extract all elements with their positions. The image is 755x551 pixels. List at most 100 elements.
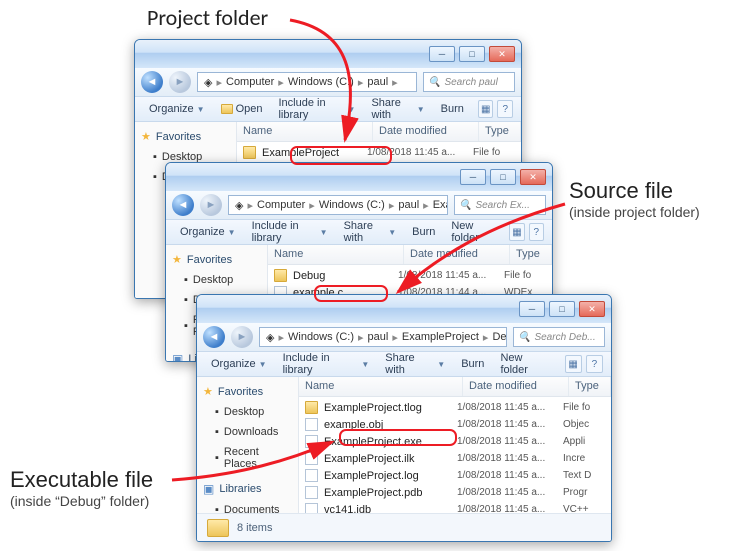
search-input[interactable]: 🔍Search paul [423, 72, 515, 92]
sidebar-item-downloads[interactable]: ▪ Downloads [197, 422, 298, 442]
breadcrumb-segment[interactable]: paul [366, 331, 391, 343]
file-name: ExampleProject [262, 147, 339, 159]
search-input[interactable]: 🔍Search Ex... [454, 195, 546, 215]
maximize-button[interactable]: □ [490, 169, 516, 185]
newfolder-button[interactable]: New folder [445, 218, 501, 246]
minimize-button[interactable]: ─ [519, 301, 545, 317]
file-name: ExampleProject.exe [324, 436, 422, 448]
annotation-project-folder: Project folder [147, 4, 268, 31]
sidebar-item-desktop[interactable]: ▪ Desktop [166, 270, 267, 290]
breadcrumb-segment[interactable]: ExampleProject [400, 331, 481, 343]
view-button[interactable]: ▦ [565, 355, 582, 373]
breadcrumb[interactable]: ◈▸Windows (C:)▸paul▸ExampleProject▸Debug… [259, 327, 507, 347]
forward-button[interactable]: ► [200, 194, 222, 216]
file-icon [305, 486, 318, 499]
file-type: VC++ [563, 504, 605, 513]
chevron-right-icon: ▸ [276, 76, 286, 89]
share-button[interactable]: Share with▼ [338, 218, 403, 246]
minimize-button[interactable]: ─ [460, 169, 486, 185]
breadcrumb[interactable]: ◈▸Computer▸Windows (C:)▸paul▸ExampleProj… [228, 195, 448, 215]
maximize-button[interactable]: □ [549, 301, 575, 317]
folder-icon [243, 146, 256, 159]
back-button[interactable]: ◄ [141, 71, 163, 93]
sidebar-favorites[interactable]: ★Favorites [197, 381, 298, 402]
column-header[interactable]: NameDate modifiedType [268, 245, 552, 265]
view-button[interactable]: ▦ [478, 100, 494, 118]
organize-button[interactable]: Organize▼ [174, 224, 242, 240]
burn-button[interactable]: Burn [435, 101, 470, 117]
breadcrumb-root[interactable]: ◈ [233, 199, 245, 212]
newfolder-button[interactable]: New folder [494, 350, 556, 378]
file-type: Appli [563, 436, 605, 447]
breadcrumb-segment[interactable]: Computer [255, 199, 307, 211]
address-bar: ◄ ► ◈▸Computer▸Windows (C:)▸paul▸ 🔍Searc… [135, 68, 521, 96]
breadcrumb-segment[interactable]: Computer [224, 76, 276, 88]
include-button[interactable]: Include in library▼ [277, 350, 376, 378]
sidebar-favorites[interactable]: ★Favorites [135, 126, 236, 147]
file-date: 1/08/2018 11:45 a... [367, 147, 473, 158]
file-type: Incre [563, 453, 605, 464]
folder-icon [207, 519, 229, 537]
file-name: ExampleProject.ilk [324, 453, 414, 465]
column-header[interactable]: NameDate modifiedType [237, 122, 521, 142]
help-button[interactable]: ? [497, 100, 513, 118]
share-button[interactable]: Share with▼ [365, 95, 430, 123]
file-row[interactable]: ExampleProject.ilk1/08/2018 11:45 a...In… [299, 450, 611, 467]
titlebar[interactable]: ─ □ ✕ [166, 163, 552, 191]
burn-button[interactable]: Burn [455, 356, 490, 372]
chevron-right-icon: ▸ [481, 331, 491, 344]
file-row[interactable]: vc141.idb1/08/2018 11:45 a...VC++ [299, 501, 611, 513]
sidebar-item-recent[interactable]: ▪ Recent Places [197, 442, 298, 474]
titlebar[interactable]: ─ □ ✕ [197, 295, 611, 323]
back-button[interactable]: ◄ [203, 326, 225, 348]
sidebar-item-desktop[interactable]: ▪ Desktop [197, 402, 298, 422]
breadcrumb-segment[interactable]: Windows (C:) [317, 199, 387, 211]
breadcrumb-segment[interactable]: Windows (C:) [286, 76, 356, 88]
file-row[interactable]: ExampleProject.tlog1/08/2018 11:45 a...F… [299, 399, 611, 416]
file-date: 1/08/2018 11:45 a... [457, 436, 563, 447]
search-input[interactable]: 🔍Search Deb... [513, 327, 605, 347]
breadcrumb-root[interactable]: ◈ [202, 76, 214, 89]
titlebar[interactable]: ─ □ ✕ [135, 40, 521, 68]
file-row[interactable]: Debug1/08/2018 11:45 a...File fo [268, 267, 552, 284]
sidebar-favorites[interactable]: ★Favorites [166, 249, 267, 270]
include-button[interactable]: Include in library▼ [246, 218, 334, 246]
breadcrumb-root[interactable]: ◈ [264, 331, 276, 344]
file-type: Progr [563, 487, 605, 498]
maximize-button[interactable]: □ [459, 46, 485, 62]
burn-button[interactable]: Burn [406, 224, 441, 240]
file-row[interactable]: ExampleProject.log1/08/2018 11:45 a...Te… [299, 467, 611, 484]
close-button[interactable]: ✕ [579, 301, 605, 317]
help-button[interactable]: ? [529, 223, 544, 241]
forward-button[interactable]: ► [169, 71, 191, 93]
back-button[interactable]: ◄ [172, 194, 194, 216]
minimize-button[interactable]: ─ [429, 46, 455, 62]
forward-button[interactable]: ► [231, 326, 253, 348]
breadcrumb-segment[interactable]: ExampleProject [431, 199, 448, 211]
breadcrumb[interactable]: ◈▸Computer▸Windows (C:)▸paul▸ [197, 72, 417, 92]
file-date: 1/08/2018 11:45 a... [457, 419, 563, 430]
file-row[interactable]: ExampleProject1/08/2018 11:45 a...File f… [237, 144, 521, 161]
breadcrumb-segment[interactable]: paul [396, 199, 421, 211]
breadcrumb-segment[interactable]: paul [365, 76, 390, 88]
breadcrumb-segment[interactable]: Debug [490, 331, 507, 343]
view-button[interactable]: ▦ [509, 223, 524, 241]
file-row[interactable]: ExampleProject.pdb1/08/2018 11:45 a...Pr… [299, 484, 611, 501]
file-date: 1/08/2018 11:45 a... [457, 504, 563, 513]
file-list: ExampleProject1/08/2018 11:45 a...File f… [237, 142, 521, 163]
organize-button[interactable]: Organize▼ [143, 101, 211, 117]
organize-button[interactable]: Organize▼ [205, 356, 273, 372]
sidebar-libraries[interactable]: ▣Libraries [197, 478, 298, 500]
share-button[interactable]: Share with▼ [379, 350, 451, 378]
file-row[interactable]: ExampleProject.exe 1/08/2018 11:45 a...Ap… [299, 433, 611, 450]
help-button[interactable]: ? [586, 355, 603, 373]
file-row[interactable]: example.obj1/08/2018 11:45 a...Objec [299, 416, 611, 433]
close-button[interactable]: ✕ [520, 169, 546, 185]
column-header[interactable]: NameDate modifiedType [299, 377, 611, 397]
sidebar-item-documents[interactable]: ▪ Documents [197, 500, 298, 513]
include-button[interactable]: Include in library▼ [272, 95, 361, 123]
breadcrumb-segment[interactable]: Windows (C:) [286, 331, 356, 343]
close-button[interactable]: ✕ [489, 46, 515, 62]
chevron-right-icon: ▸ [421, 199, 431, 212]
open-button[interactable]: Open [215, 101, 269, 117]
